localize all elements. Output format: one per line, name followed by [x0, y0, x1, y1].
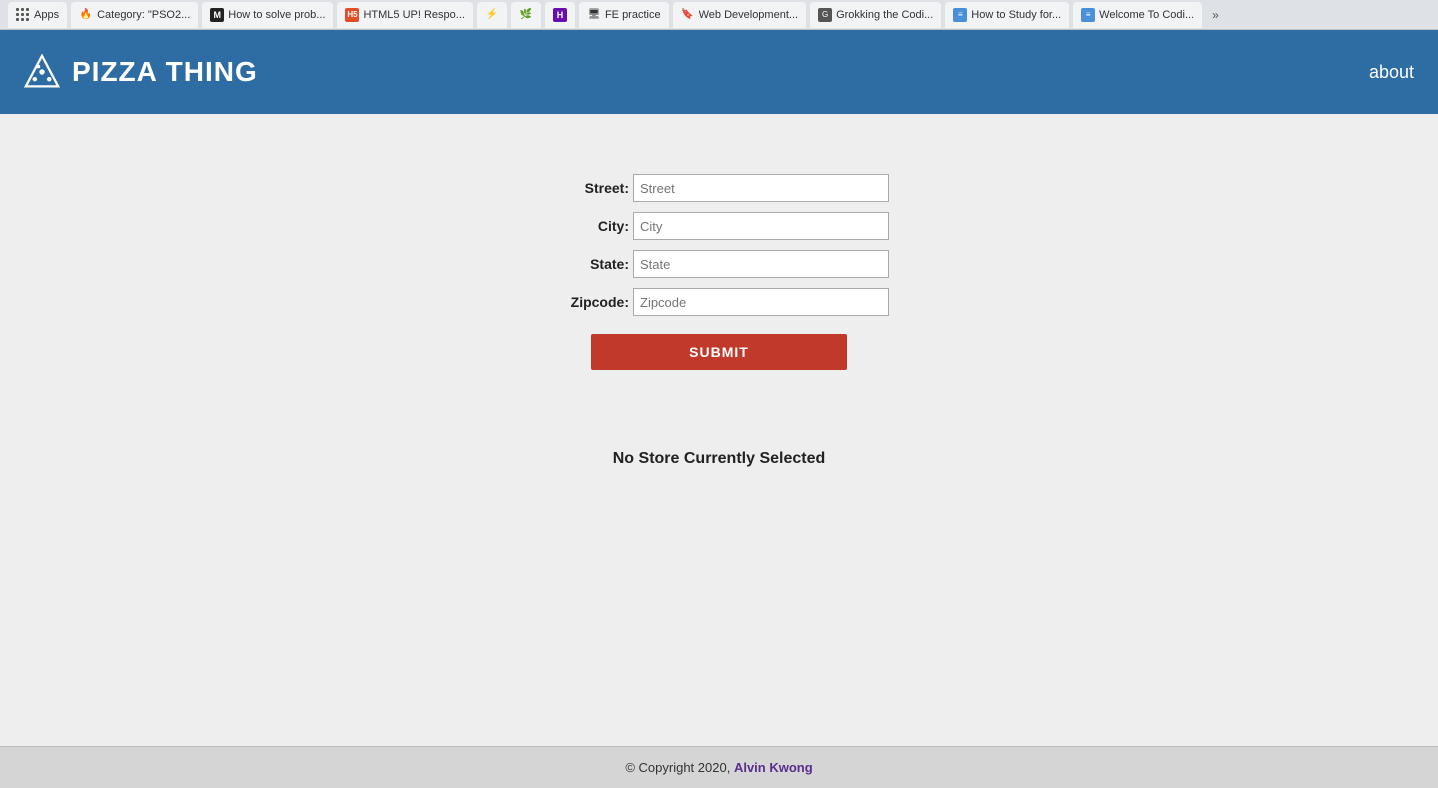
leaf-icon: 🌿	[519, 8, 533, 22]
fe-icon: 🖥	[587, 8, 601, 22]
main-content: Street: City: State: Zipcode: SUBMIT No …	[0, 114, 1438, 746]
welcome-icon: ≡	[1081, 8, 1095, 22]
tab-html5[interactable]: H5 HTML5 UP! Respo...	[337, 2, 472, 28]
tab-welcome-label: Welcome To Codi...	[1099, 9, 1194, 21]
brand-name: PIZZA THING	[72, 56, 258, 88]
browser-tabs-bar: Apps 🔥 Category: "PSO2... M How to solve…	[0, 0, 1438, 30]
tab-h[interactable]: H	[545, 2, 575, 28]
tab-study[interactable]: ≡ How to Study for...	[945, 2, 1069, 28]
h-icon: H	[553, 8, 567, 22]
zipcode-input[interactable]	[633, 288, 889, 316]
submit-button[interactable]: SUBMIT	[591, 334, 847, 370]
grokking-icon: G	[818, 8, 832, 22]
tab-solve[interactable]: M How to solve prob...	[202, 2, 333, 28]
address-form: Street: City: State: Zipcode: SUBMIT	[549, 174, 889, 370]
tab-apps[interactable]: Apps	[8, 2, 67, 28]
tab-pso2-label: Category: "PSO2...	[97, 9, 190, 21]
city-input[interactable]	[633, 212, 889, 240]
tab-welcome[interactable]: ≡ Welcome To Codi...	[1073, 2, 1202, 28]
tab-fe-label: FE practice	[605, 9, 661, 21]
footer: © Copyright 2020, Alvin Kwong	[0, 746, 1438, 788]
state-input[interactable]	[633, 250, 889, 278]
no-store-message: No Store Currently Selected	[613, 450, 826, 468]
state-label: State:	[549, 256, 629, 272]
footer-author-link[interactable]: Alvin Kwong	[734, 760, 813, 775]
navbar: PIZZA THING about	[0, 30, 1438, 114]
tab-grokking-label: Grokking the Codi...	[836, 9, 933, 21]
tab-leaf[interactable]: 🌿	[511, 2, 541, 28]
zipcode-row: Zipcode:	[549, 288, 889, 316]
apps-icon	[16, 8, 30, 22]
html5-icon: H5	[345, 8, 359, 22]
navbar-brand: PIZZA THING	[24, 54, 258, 90]
street-input[interactable]	[633, 174, 889, 202]
tab-study-label: How to Study for...	[971, 9, 1061, 21]
city-label: City:	[549, 218, 629, 234]
city-row: City:	[549, 212, 889, 240]
copyright-text: © Copyright 2020,	[625, 760, 734, 775]
state-row: State:	[549, 250, 889, 278]
tab-webdev[interactable]: 🔖 Web Development...	[673, 2, 806, 28]
tab-grokking[interactable]: G Grokking the Codi...	[810, 2, 941, 28]
tab-fe[interactable]: 🖥 FE practice	[579, 2, 669, 28]
street-row: Street:	[549, 174, 889, 202]
street-label: Street:	[549, 180, 629, 196]
tab-solve-label: How to solve prob...	[228, 9, 325, 21]
m-icon: M	[210, 8, 224, 22]
fire-icon: 🔥	[79, 8, 93, 22]
more-tabs-button[interactable]: »	[1206, 6, 1225, 24]
footer-copyright: © Copyright 2020, Alvin Kwong	[625, 760, 812, 775]
pizza-icon	[24, 54, 60, 90]
tab-webdev-label: Web Development...	[699, 9, 798, 21]
about-link[interactable]: about	[1369, 62, 1414, 83]
study-icon: ≡	[953, 8, 967, 22]
zipcode-label: Zipcode:	[549, 294, 629, 310]
tab-pso2[interactable]: 🔥 Category: "PSO2...	[71, 2, 198, 28]
tab-html5-label: HTML5 UP! Respo...	[363, 9, 464, 21]
webdev-icon: 🔖	[681, 8, 695, 22]
tab-apps-label: Apps	[34, 9, 59, 21]
uikit-icon: ⚡	[485, 8, 499, 22]
tab-uikit[interactable]: ⚡	[477, 2, 507, 28]
